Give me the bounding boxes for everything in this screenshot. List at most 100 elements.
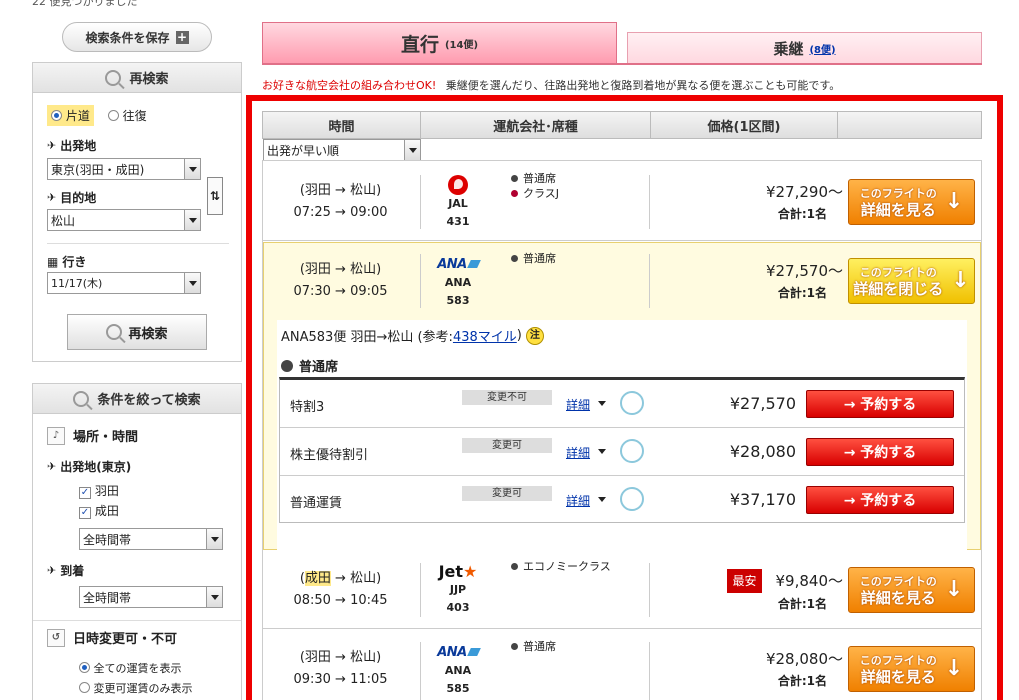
save-conditions-button[interactable]: 検索条件を保存 + — [62, 22, 212, 52]
result-count: 22 便見つかりました — [32, 0, 138, 8]
arrow-down-icon: ↓ — [944, 189, 964, 214]
jal-logo-icon — [448, 175, 468, 195]
show-changeable-radio[interactable] — [79, 682, 90, 693]
chevron-down-icon[interactable] — [598, 497, 606, 502]
flight-price: 最安 ¥9,840〜 — [663, 569, 843, 593]
origin-label-row: ✈ 出発地 — [47, 137, 96, 154]
departure-plane-icon: ✈ — [47, 139, 57, 152]
fare-row: 株主優待割引 変更可 詳細 ¥28,080 → 予約する — [280, 428, 964, 476]
flight-time: 09:30 → 11:05 — [293, 672, 388, 687]
flight-route: (羽田 → 松山) — [299, 262, 382, 277]
dest-value: 松山 — [51, 213, 76, 228]
flight-number: 585 — [446, 682, 470, 695]
place-time-label: 場所・時間 — [73, 430, 139, 445]
research-button[interactable]: 再検索 — [67, 314, 207, 350]
fare-detail-link[interactable]: 詳細 — [566, 396, 590, 413]
tab-transit[interactable]: 乗継 (8便) — [627, 32, 982, 64]
date-label: 行き — [62, 255, 87, 269]
flight-number: 583 — [446, 294, 470, 307]
bullet-icon — [281, 359, 293, 372]
reserve-button[interactable]: → 予約する — [806, 438, 954, 466]
arr-time-select[interactable]: 全時間帯 — [79, 586, 223, 608]
jetstar-logo-icon: Jet★ — [438, 562, 478, 581]
note-icon[interactable]: 注 — [525, 326, 544, 345]
flight-number: 403 — [446, 601, 470, 614]
origin-select[interactable]: 東京(羽田・成田) — [47, 158, 201, 180]
change-tag: 変更不可 — [462, 390, 552, 405]
fare-detail-link[interactable]: 詳細 — [566, 444, 590, 461]
chevron-down-icon — [206, 529, 222, 549]
seat-type: クラスJ — [511, 186, 559, 201]
flight-route: (成田 → 松山) — [299, 571, 382, 586]
sort-select[interactable]: 出発が早い順 — [263, 139, 421, 161]
col-action — [838, 112, 981, 138]
haneda-option[interactable]: ✓ 羽田 — [79, 482, 119, 499]
trip-oneway-option[interactable]: 片道 — [47, 105, 94, 126]
calendar-icon: ▦ — [47, 254, 59, 269]
flight-detail-button[interactable]: このフライトの 詳細を見る ↓ — [848, 567, 975, 613]
research-title: 再検索 — [129, 72, 169, 87]
flight-close-detail-button[interactable]: このフライトの 詳細を閉じる ↓ — [848, 258, 975, 304]
trip-round-option[interactable]: 往復 — [107, 107, 147, 124]
flight-price-sub: 合計:1名 — [777, 674, 827, 688]
flight-detail-button[interactable]: このフライトの 詳細を見る ↓ — [848, 179, 975, 225]
dep-area-row: ✈ 出発地(東京) — [47, 458, 131, 475]
show-changeable-label: 変更可運賃のみ表示 — [93, 682, 193, 695]
fare-detail-link[interactable]: 詳細 — [566, 492, 590, 509]
flight-time: 08:50 → 10:45 — [293, 593, 388, 608]
change-tag: 変更可 — [462, 486, 552, 501]
bullet-icon — [511, 643, 518, 650]
flight-row: (羽田 → 松山) 07:30 → 09:05 ANA ANA 583 普通席 … — [263, 242, 981, 320]
col-airline: 運航会社･席種 — [421, 112, 651, 138]
arrow-down-icon: ↓ — [951, 268, 970, 293]
flight-route: (羽田 → 松山) — [299, 183, 382, 198]
haneda-checkbox[interactable]: ✓ — [79, 487, 91, 499]
oneway-label: 片道 — [65, 109, 90, 123]
show-changeable-option[interactable]: 変更可運賃のみ表示 — [79, 680, 193, 696]
show-all-radio[interactable] — [79, 662, 90, 673]
cheapest-badge: 最安 — [727, 569, 762, 593]
fare-row: 特割3 変更不可 詳細 ¥27,570 → 予約する — [280, 380, 964, 428]
tab-transit-count[interactable]: (8便) — [809, 41, 835, 56]
airline-code: JAL — [448, 197, 468, 210]
flight-price-sub: 合計:1名 — [777, 286, 827, 300]
reserve-button[interactable]: → 予約する — [806, 390, 954, 418]
availability-circle-icon — [620, 439, 644, 463]
fare-row: 普通運賃 変更可 詳細 ¥37,170 → 予約する — [280, 476, 964, 524]
research-header: 再検索 — [33, 63, 241, 93]
flight-detail-button[interactable]: このフライトの 詳細を見る ↓ — [848, 646, 975, 692]
dep-time-value: 全時間帯 — [83, 532, 132, 547]
dest-select[interactable]: 松山 — [47, 209, 201, 231]
flight-time: 07:30 → 09:05 — [293, 284, 388, 299]
round-radio[interactable] — [107, 110, 119, 121]
seat-type: 普通席 — [511, 171, 559, 186]
arrow-down-icon: ↓ — [944, 656, 964, 681]
reserve-button[interactable]: → 予約する — [806, 486, 954, 514]
flight-route: (羽田 → 松山) — [299, 650, 382, 665]
narita-checkbox[interactable]: ✓ — [79, 507, 91, 519]
narita-option[interactable]: ✓ 成田 — [79, 502, 119, 519]
date-value: 11/17(木) — [51, 277, 103, 290]
tab-direct-label: 直行 — [400, 33, 439, 56]
narrow-panel: 条件を絞って検索 ♪ 場所・時間 ✈ 出発地(東京) ✓ 羽田 ✓ 成田 全時間… — [32, 383, 242, 700]
tab-direct-count: (14便) — [444, 39, 479, 51]
change-tag: 変更可 — [462, 438, 552, 453]
oneway-radio[interactable] — [51, 110, 62, 121]
departure-plane-icon: ✈ — [47, 460, 57, 473]
miles-link[interactable]: 438マイル — [453, 326, 517, 345]
flight-price-sub: 合計:1名 — [777, 597, 827, 611]
chevron-down-icon[interactable] — [598, 449, 606, 454]
show-all-label: 全ての運賃を表示 — [93, 662, 182, 675]
tab-direct[interactable]: 直行 (14便) — [262, 22, 617, 64]
swap-origin-dest-button[interactable]: ⇅ — [207, 177, 223, 215]
chevron-down-icon — [184, 210, 200, 230]
show-all-option[interactable]: 全ての運賃を表示 — [79, 660, 182, 676]
save-conditions-label: 検索条件を保存 — [85, 30, 170, 45]
date-select[interactable]: 11/17(木) — [47, 272, 201, 294]
ana-logo-icon: ANA — [428, 256, 488, 274]
tab-transit-label: 乗継 — [773, 39, 804, 58]
chevron-down-icon[interactable] — [598, 401, 606, 406]
dep-time-select[interactable]: 全時間帯 — [79, 528, 223, 550]
clock-icon: ♪ — [47, 426, 65, 445]
availability-circle-icon — [620, 487, 644, 511]
